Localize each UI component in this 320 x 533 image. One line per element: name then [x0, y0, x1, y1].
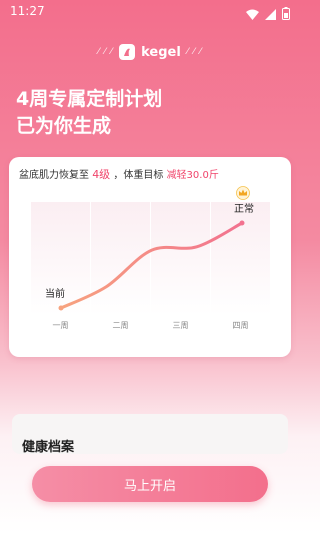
- chart-column: [211, 202, 270, 315]
- end-label: 正常: [234, 202, 254, 215]
- end-point: [239, 220, 245, 226]
- decor-slashes-right: ⁄ ⁄ ⁄: [186, 47, 203, 57]
- status-icons: [246, 5, 290, 24]
- x-tick-label: 四周: [233, 321, 249, 330]
- headline-line2: 已为你生成: [16, 115, 112, 137]
- health-profile-title: 健康档案: [22, 440, 75, 454]
- x-tick-label: 三周: [173, 321, 189, 330]
- start-point: [58, 305, 64, 311]
- start-now-label: 马上开启: [123, 478, 176, 494]
- health-profile-panel[interactable]: 健康档案: [12, 414, 288, 454]
- x-tick-label: 二周: [113, 321, 129, 330]
- status-bar: 11:27: [0, 0, 300, 24]
- headline-line1: 4周专属定制计划: [16, 88, 163, 110]
- start-now-button[interactable]: 马上开启: [32, 466, 268, 502]
- brand-header: ⁄ ⁄ ⁄ kegel ⁄ ⁄ ⁄: [0, 44, 300, 60]
- wifi-icon: [246, 5, 259, 24]
- signal-icon: [265, 5, 276, 24]
- kegel-logo-icon: [119, 44, 136, 60]
- headline: 4周专属定制计划 已为你生成: [16, 86, 162, 140]
- battery-icon: [282, 5, 290, 24]
- start-label: 当前: [45, 287, 65, 300]
- progress-chart: 一周 二周 三周 四周 当前 正常: [31, 186, 270, 330]
- status-time: 11:27: [10, 4, 45, 18]
- x-tick-label: 一周: [53, 321, 69, 330]
- plan-card: 盆底肌力恢复至 4级 ，体重目标 减轻30.0斤 一周 二周 三周 四周 当前 正常: [9, 157, 291, 357]
- brand-name: kegel: [141, 44, 181, 60]
- chart-column: [151, 202, 210, 315]
- decor-slashes-left: ⁄ ⁄ ⁄: [97, 47, 114, 57]
